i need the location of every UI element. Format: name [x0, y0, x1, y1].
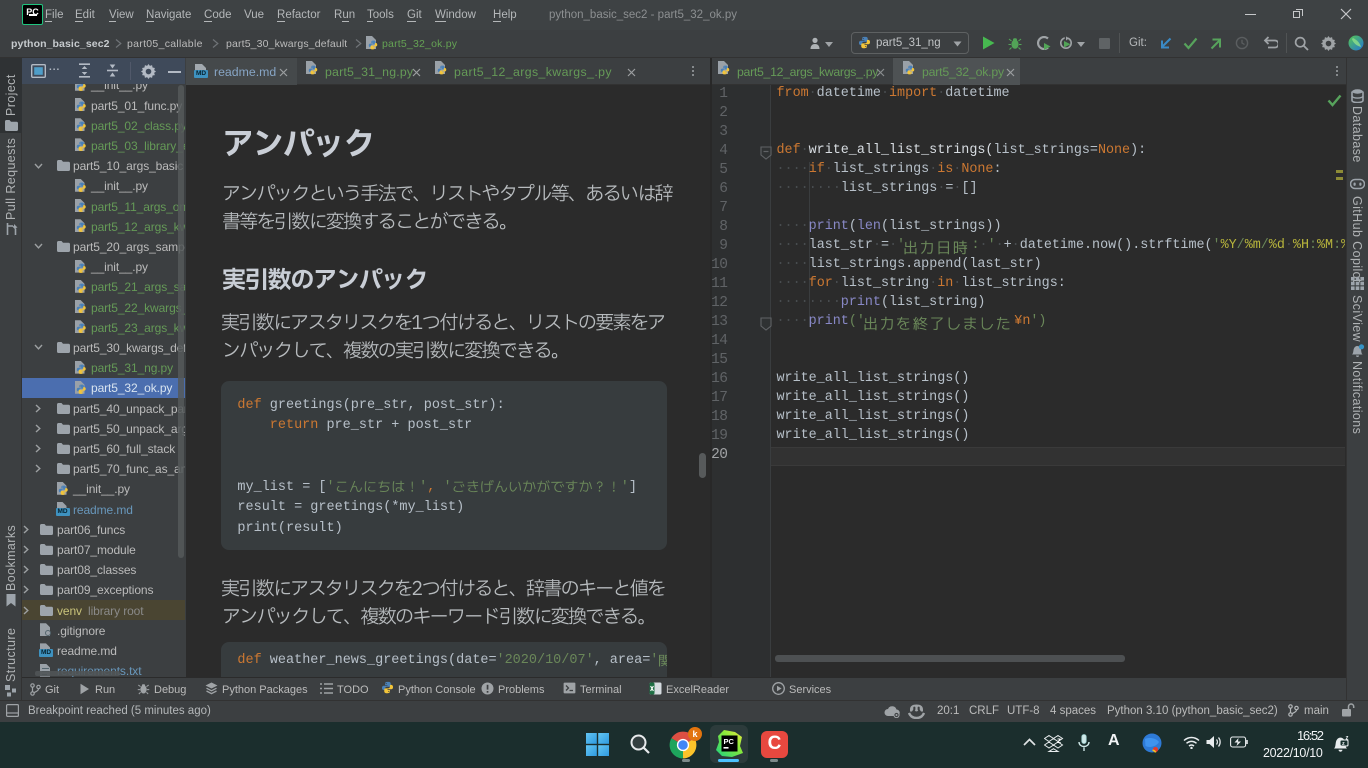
svg-text:PC: PC	[724, 737, 735, 746]
svg-text:z: z	[1346, 736, 1349, 742]
svg-text:z: z	[1342, 741, 1345, 747]
svg-text:z: z	[1057, 736, 1061, 745]
